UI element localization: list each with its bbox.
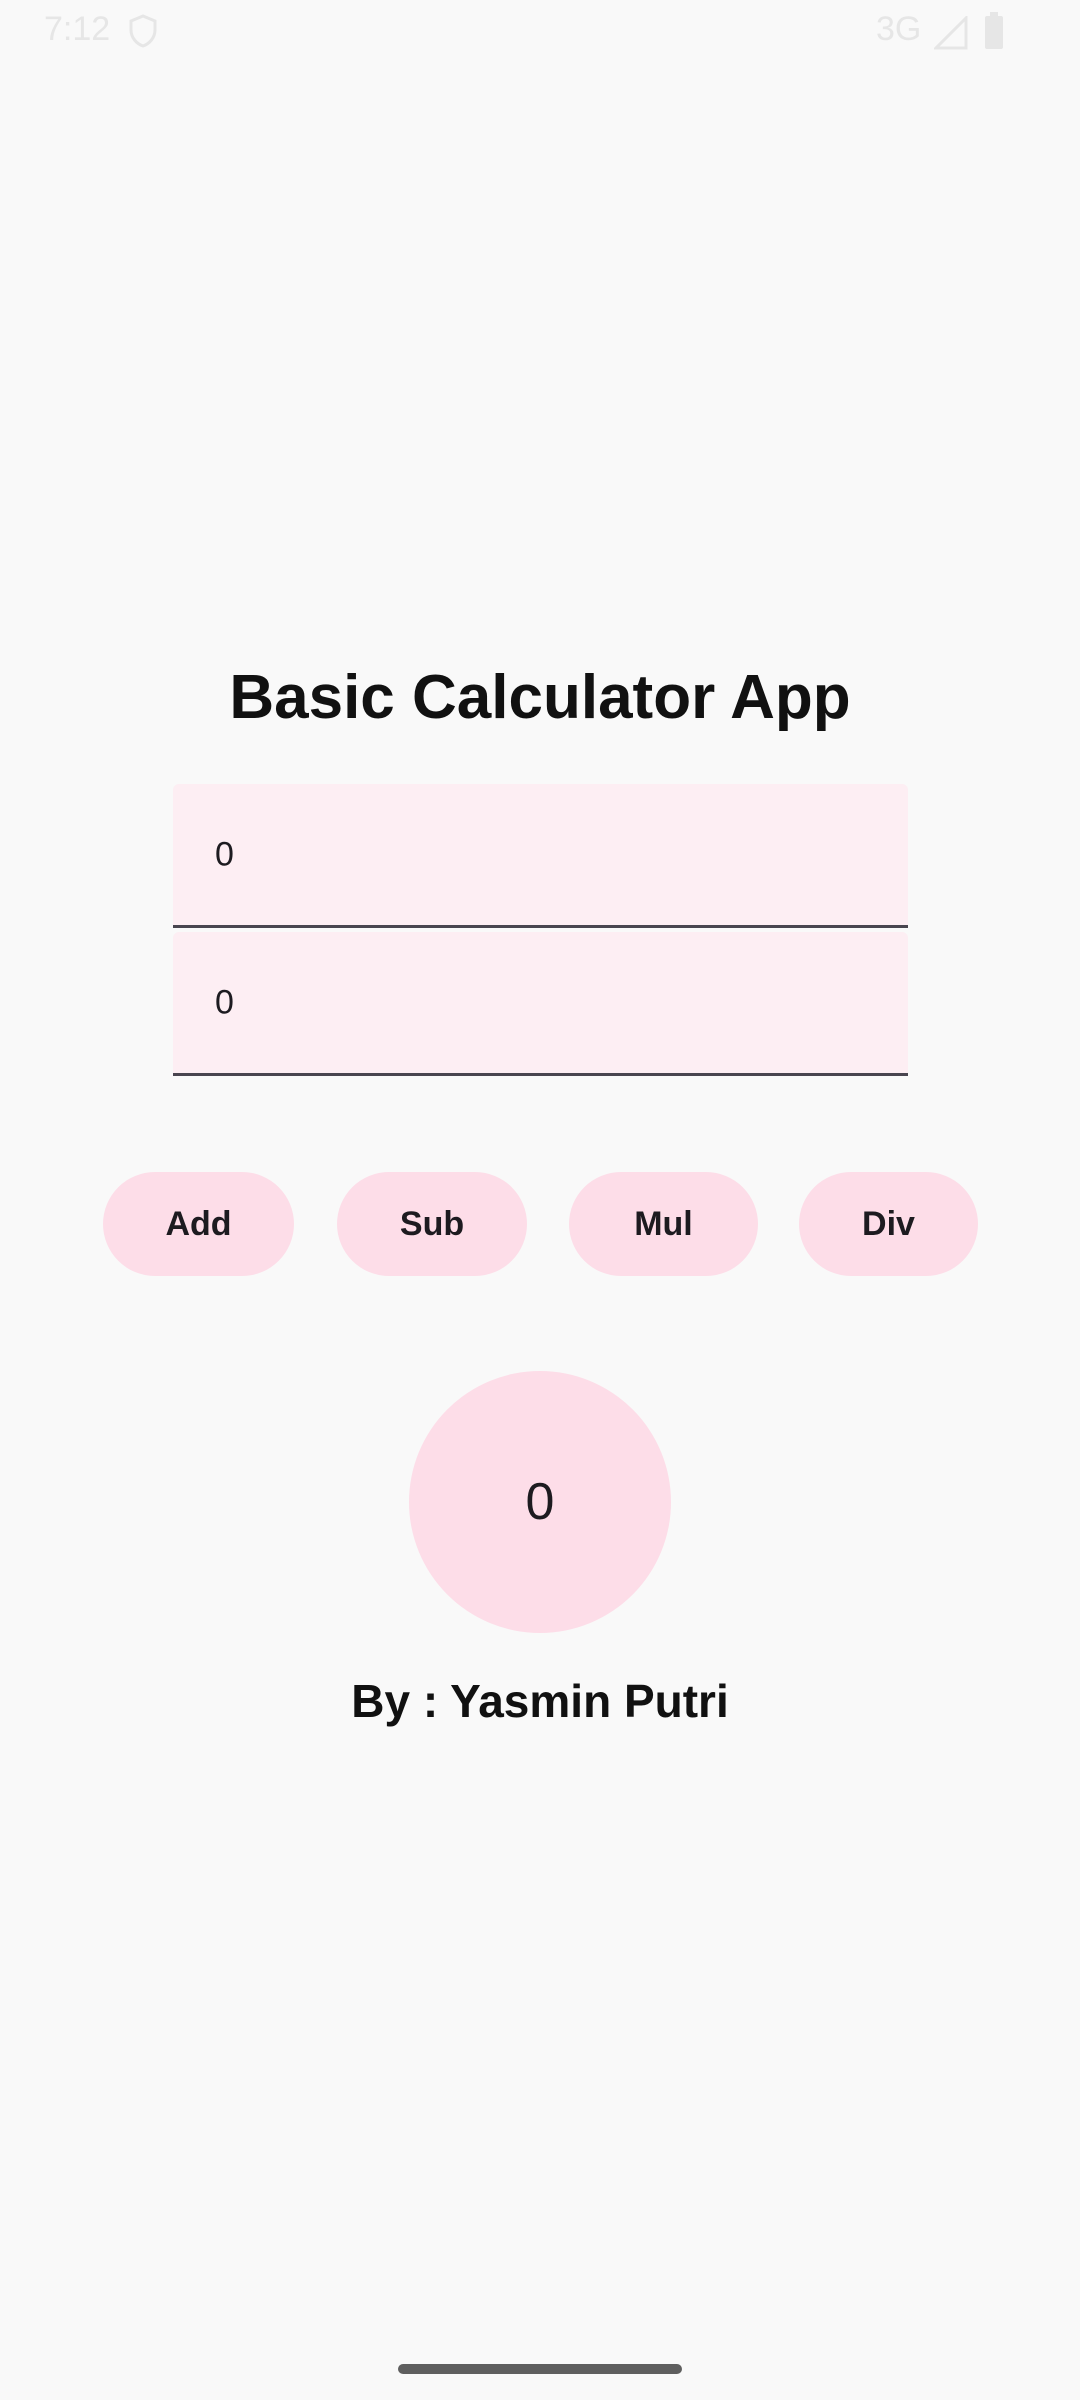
- first-number-value: 0: [215, 835, 234, 873]
- second-number-input[interactable]: 0: [173, 932, 908, 1076]
- page-title: Basic Calculator App: [229, 663, 851, 732]
- sub-button[interactable]: Sub: [337, 1172, 527, 1276]
- add-button[interactable]: Add: [103, 1172, 294, 1276]
- status-bar: 7:12 3G: [0, 0, 1080, 64]
- shield-icon: [129, 14, 157, 48]
- result-display: 0: [409, 1371, 671, 1633]
- gesture-nav-handle[interactable]: [398, 2364, 682, 2374]
- network-type: 3G: [876, 10, 922, 48]
- signal-icon: [934, 16, 968, 50]
- second-number-value: 0: [215, 983, 234, 1021]
- calculator-screen: 7:12 3G Basic Calculator App 0 0 Add Sub…: [0, 0, 1080, 2400]
- author-credit: By : Yasmin Putri: [351, 1675, 729, 1727]
- div-button[interactable]: Div: [799, 1172, 978, 1276]
- mul-button[interactable]: Mul: [569, 1172, 758, 1276]
- first-number-input[interactable]: 0: [173, 784, 908, 928]
- battery-icon: [985, 12, 1003, 49]
- status-time: 7:12: [44, 10, 111, 48]
- result-value: 0: [525, 1473, 555, 1531]
